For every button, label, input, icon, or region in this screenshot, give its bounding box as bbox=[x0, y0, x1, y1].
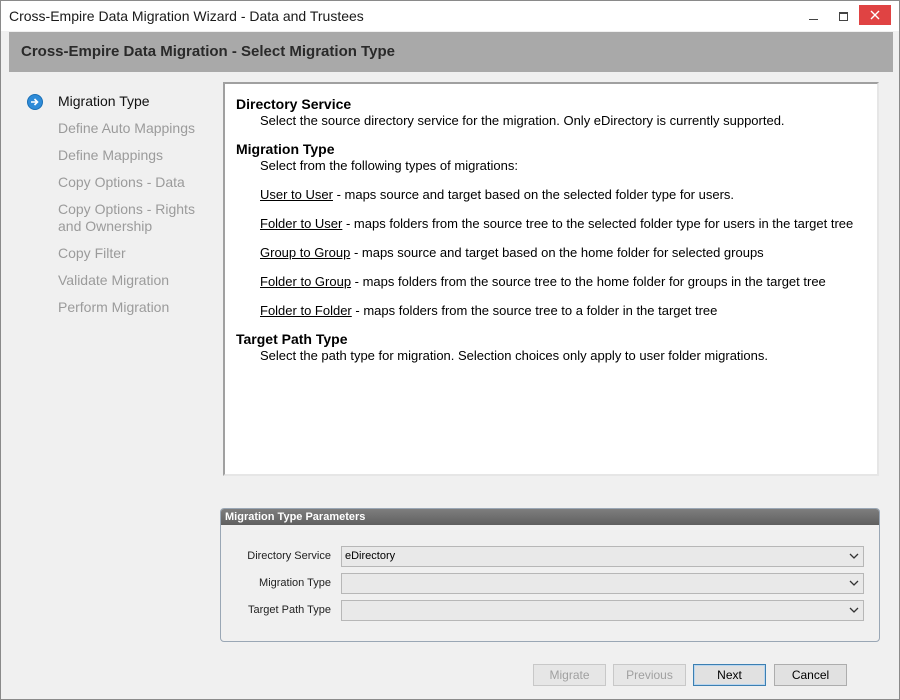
window-title: Cross-Empire Data Migration Wizard - Dat… bbox=[9, 8, 364, 24]
option-desc: - maps source and target based on the ho… bbox=[350, 245, 764, 260]
next-button[interactable]: Next bbox=[693, 664, 766, 686]
close-button[interactable] bbox=[859, 5, 891, 25]
directory-service-select[interactable]: eDirectory bbox=[341, 546, 864, 567]
parameters-group-title: Migration Type Parameters bbox=[221, 509, 879, 525]
migration-type-parameters-group: Migration Type Parameters Directory Serv… bbox=[220, 508, 880, 642]
option-name: User to User bbox=[260, 187, 333, 202]
option-desc: - maps source and target based on the se… bbox=[332, 187, 735, 202]
directory-service-label: Directory Service bbox=[247, 550, 331, 562]
step-define-mappings: Define Mappings bbox=[58, 147, 164, 163]
page-header: Cross-Empire Data Migration - Select Mig… bbox=[9, 32, 893, 72]
step-copy-options-rights: Copy Options - Rights and Ownership bbox=[58, 201, 195, 234]
option-desc: - maps folders from the source tree to a… bbox=[351, 303, 718, 318]
title-bar: Cross-Empire Data Migration Wizard - Dat… bbox=[1, 1, 899, 31]
close-icon bbox=[870, 10, 880, 20]
step-migration-type[interactable]: Migration Type bbox=[58, 93, 218, 110]
help-option-user-to-user: User to User - maps source and target ba… bbox=[260, 187, 734, 202]
current-step-arrow-icon bbox=[27, 94, 43, 110]
target-path-type-label: Target Path Type bbox=[248, 604, 331, 616]
option-desc: - maps folders from the source tree to t… bbox=[351, 274, 826, 289]
target-path-type-select[interactable] bbox=[341, 600, 864, 621]
help-text-migration-type: Select from the following types of migra… bbox=[260, 158, 518, 173]
help-heading-target-path-type: Target Path Type bbox=[236, 331, 348, 347]
option-name: Folder to Folder bbox=[260, 303, 352, 318]
minimize-icon bbox=[808, 18, 818, 20]
previous-button[interactable]: Previous bbox=[613, 664, 686, 686]
help-option-folder-to-group: Folder to Group - maps folders from the … bbox=[260, 274, 826, 289]
help-heading-migration-type: Migration Type bbox=[236, 141, 335, 157]
help-option-folder-to-folder: Folder to Folder - maps folders from the… bbox=[260, 303, 717, 318]
help-text-target-path-type: Select the path type for migration. Sele… bbox=[260, 348, 768, 363]
step-validate-migration: Validate Migration bbox=[58, 272, 170, 288]
directory-service-value: eDirectory bbox=[345, 550, 396, 562]
step-copy-options-data: Copy Options - Data bbox=[58, 174, 185, 190]
help-option-folder-to-user: Folder to User - maps folders from the s… bbox=[260, 216, 853, 231]
maximize-icon bbox=[838, 11, 848, 21]
migrate-button[interactable]: Migrate bbox=[533, 664, 606, 686]
chevron-down-icon bbox=[849, 580, 859, 586]
option-desc: - maps folders from the source tree to t… bbox=[342, 216, 854, 231]
wizard-window: Cross-Empire Data Migration Wizard - Dat… bbox=[0, 0, 900, 700]
help-pane: Directory Service Select the source dire… bbox=[223, 82, 879, 476]
step-define-auto-mappings: Define Auto Mappings bbox=[58, 120, 195, 136]
chevron-down-icon bbox=[849, 607, 859, 613]
help-text-directory-service: Select the source directory service for … bbox=[260, 113, 785, 128]
step-perform-migration: Perform Migration bbox=[58, 299, 170, 315]
cancel-button[interactable]: Cancel bbox=[774, 664, 847, 686]
option-name: Folder to User bbox=[260, 216, 343, 231]
chevron-down-icon bbox=[849, 553, 859, 559]
option-name: Group to Group bbox=[260, 245, 351, 260]
migration-type-label: Migration Type bbox=[259, 577, 331, 589]
minimize-button[interactable] bbox=[799, 5, 827, 27]
option-name: Folder to Group bbox=[260, 274, 352, 289]
page-title: Cross-Empire Data Migration - Select Mig… bbox=[21, 43, 395, 60]
help-heading-directory-service: Directory Service bbox=[236, 96, 352, 112]
maximize-button[interactable] bbox=[829, 5, 857, 27]
help-option-group-to-group: Group to Group - maps source and target … bbox=[260, 245, 764, 260]
step-copy-filter: Copy Filter bbox=[58, 245, 126, 261]
migration-type-select[interactable] bbox=[341, 573, 864, 594]
